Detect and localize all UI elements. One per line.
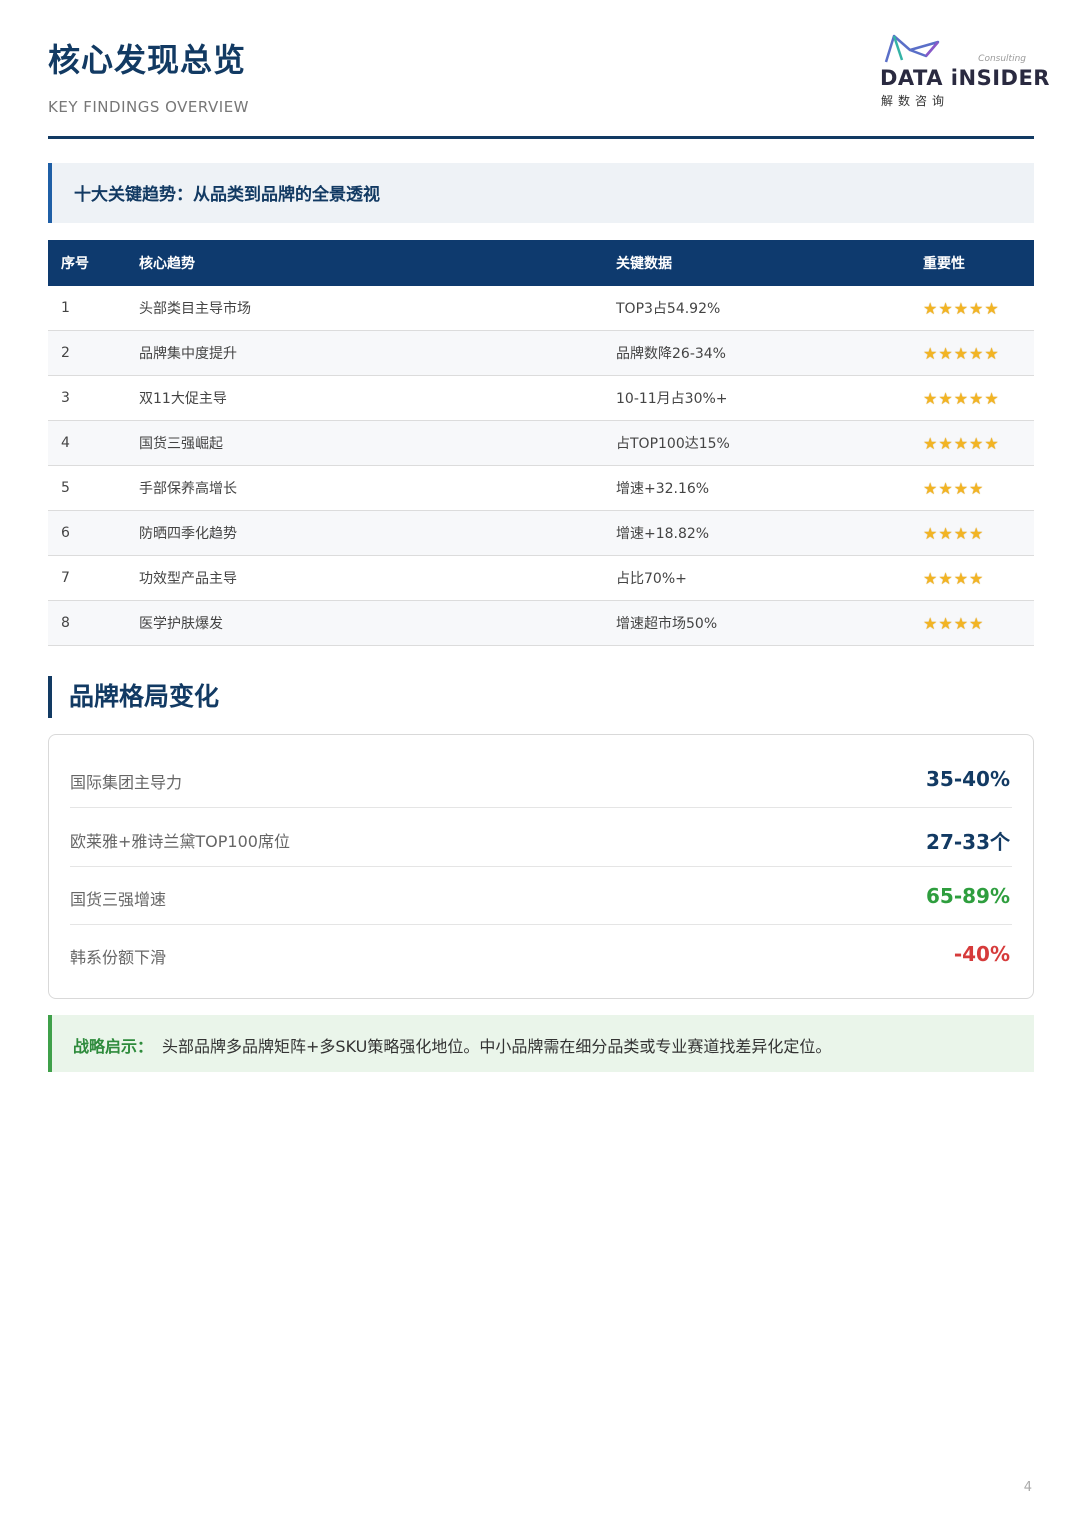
- page-number: 4: [1023, 1480, 1032, 1495]
- row-importance: ★★★★★: [910, 330, 1034, 376]
- brand-section-title: 品牌格局变化: [48, 676, 219, 718]
- row-data: 增速+32.16%: [603, 465, 910, 511]
- row-trend: 医学护肤爆发: [126, 600, 603, 646]
- row-importance: ★★★★: [910, 465, 1034, 511]
- row-no: 6: [48, 510, 126, 556]
- logo-consulting-text: Consulting: [978, 54, 1026, 64]
- metric-label: 国际集团主导力: [70, 773, 183, 792]
- table-header-row: 序号 核心趋势 关键数据 重要性: [48, 240, 1034, 286]
- star-rating-icon: ★★★★: [923, 568, 985, 588]
- trends-banner-text: 十大关键趋势：从品类到品牌的全景透视: [74, 185, 380, 205]
- metric-value: -40%: [953, 942, 1010, 966]
- page-title: 核心发现总览: [48, 41, 247, 79]
- header-data: 关键数据: [603, 240, 910, 286]
- star-rating-icon: ★★★★: [923, 523, 985, 543]
- table-row: 2 品牌集中度提升 品牌数降26-34% ★★★★★: [48, 330, 1034, 376]
- insight-text: 头部品牌多品牌矩阵+多SKU策略强化地位。中小品牌需在细分品类或专业赛道找差异化…: [162, 1037, 832, 1056]
- metric-row: 国际集团主导力 35-40%: [70, 749, 1012, 808]
- row-importance: ★★★★: [910, 555, 1034, 601]
- star-rating-icon: ★★★★★: [923, 343, 1000, 363]
- row-no: 2: [48, 330, 126, 376]
- trends-table: 序号 核心趋势 关键数据 重要性 1 头部类目主导市场 TOP3占54.92% …: [48, 240, 1034, 646]
- metric-label: 欧莱雅+雅诗兰黛TOP100席位: [70, 832, 290, 851]
- row-trend: 防晒四季化趋势: [126, 510, 603, 556]
- row-trend: 手部保养高增长: [126, 465, 603, 511]
- row-data: 占比70%+: [603, 555, 910, 601]
- row-importance: ★★★★★: [910, 375, 1034, 421]
- metric-row: 国货三强增速 65-89%: [70, 866, 1012, 925]
- metric-label: 国货三强增速: [70, 890, 167, 909]
- header-trend: 核心趋势: [126, 240, 603, 286]
- table-row: 1 头部类目主导市场 TOP3占54.92% ★★★★★: [48, 286, 1034, 331]
- row-importance: ★★★★★: [910, 286, 1034, 331]
- table-row: 4 国货三强崛起 占TOP100达15% ★★★★★: [48, 420, 1034, 466]
- header-no: 序号: [48, 240, 126, 286]
- row-no: 7: [48, 555, 126, 601]
- row-trend: 功效型产品主导: [126, 555, 603, 601]
- row-trend: 品牌集中度提升: [126, 330, 603, 376]
- row-no: 5: [48, 465, 126, 511]
- row-no: 3: [48, 375, 126, 421]
- row-trend: 双11大促主导: [126, 375, 603, 421]
- row-data: 品牌数降26-34%: [603, 330, 910, 376]
- header-importance: 重要性: [910, 240, 1034, 286]
- metric-value: 27-33个: [926, 830, 1010, 854]
- metric-value: 35-40%: [925, 767, 1010, 791]
- row-importance: ★★★★★: [910, 420, 1034, 466]
- logo-mark-icon: [884, 34, 940, 63]
- row-importance: ★★★★: [910, 510, 1034, 556]
- page-subtitle: KEY FINDINGS OVERVIEW: [48, 98, 250, 116]
- row-data: 10-11月占30%+: [603, 375, 910, 421]
- star-rating-icon: ★★★★★: [923, 433, 1000, 453]
- metric-row: 欧莱雅+雅诗兰黛TOP100席位 27-33个: [70, 808, 1012, 867]
- star-rating-icon: ★★★★: [923, 613, 985, 633]
- table-row: 6 防晒四季化趋势 增速+18.82% ★★★★: [48, 510, 1034, 556]
- star-rating-icon: ★★★★★: [923, 298, 1000, 318]
- row-no: 8: [48, 600, 126, 646]
- row-data: 增速+18.82%: [603, 510, 910, 556]
- trends-banner: 十大关键趋势：从品类到品牌的全景透视: [48, 163, 1034, 223]
- star-rating-icon: ★★★★: [923, 478, 985, 498]
- metric-row: 韩系份额下滑 -40%: [70, 924, 1012, 982]
- row-data: 增速超市场50%: [603, 600, 910, 646]
- page-header: 核心发现总览 KEY FINDINGS OVERVIEW Consulting …: [48, 34, 1049, 139]
- metric-label: 韩系份额下滑: [70, 948, 167, 967]
- metric-value: 65-89%: [925, 884, 1010, 908]
- brand-metrics-card: 国际集团主导力 35-40% 欧莱雅+雅诗兰黛TOP100席位 27-33个 国…: [48, 734, 1034, 999]
- row-importance: ★★★★: [910, 600, 1034, 646]
- row-no: 4: [48, 420, 126, 466]
- row-trend: 头部类目主导市场: [126, 286, 603, 331]
- insight-lead: 战略启示：: [73, 1037, 154, 1056]
- data-insider-logo: Consulting DATA iNSIDER 解数咨询: [880, 32, 1049, 112]
- row-trend: 国货三强崛起: [126, 420, 603, 466]
- table-row: 3 双11大促主导 10-11月占30%+ ★★★★★: [48, 375, 1034, 421]
- row-data: TOP3占54.92%: [603, 286, 910, 331]
- table-row: 7 功效型产品主导 占比70%+ ★★★★: [48, 555, 1034, 601]
- strategy-insight-box: 战略启示： 头部品牌多品牌矩阵+多SKU策略强化地位。中小品牌需在细分品类或专业…: [48, 1015, 1034, 1072]
- row-data: 占TOP100达15%: [603, 420, 910, 466]
- logo-brand-text: DATA iNSIDER: [880, 66, 1050, 90]
- row-no: 1: [48, 286, 126, 331]
- table-row: 5 手部保养高增长 增速+32.16% ★★★★: [48, 465, 1034, 511]
- star-rating-icon: ★★★★★: [923, 388, 1000, 408]
- table-row: 8 医学护肤爆发 增速超市场50% ★★★★: [48, 600, 1034, 646]
- logo-cn-text: 解数咨询: [881, 94, 950, 108]
